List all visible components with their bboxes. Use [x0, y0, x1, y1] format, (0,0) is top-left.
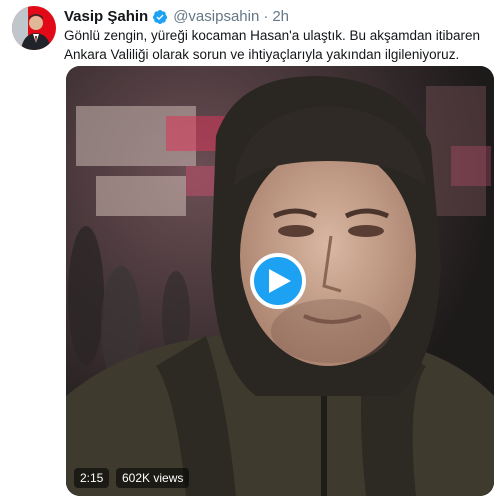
- tweet-time[interactable]: 2h: [272, 7, 289, 27]
- author-name[interactable]: Vasip Şahin: [64, 7, 148, 27]
- tweet-text: Gönlü zengin, yüreği kocaman Hasan'a ula…: [64, 28, 481, 62]
- tweet[interactable]: Vasip Şahin @vasipsahin · 2h Gönlü zengi…: [0, 0, 500, 504]
- video-player[interactable]: 2:15 602K views: [66, 66, 494, 496]
- verified-badge-icon: [152, 9, 168, 25]
- tweet-header: Vasip Şahin @vasipsahin · 2h: [64, 7, 490, 27]
- play-icon: [269, 269, 291, 293]
- video-duration: 2:15: [74, 468, 110, 488]
- play-button[interactable]: [250, 253, 306, 309]
- author-handle[interactable]: @vasipsahin: [173, 7, 259, 27]
- avatar[interactable]: [12, 6, 56, 50]
- separator-dot: ·: [263, 8, 269, 25]
- video-views: 602K views: [116, 468, 190, 488]
